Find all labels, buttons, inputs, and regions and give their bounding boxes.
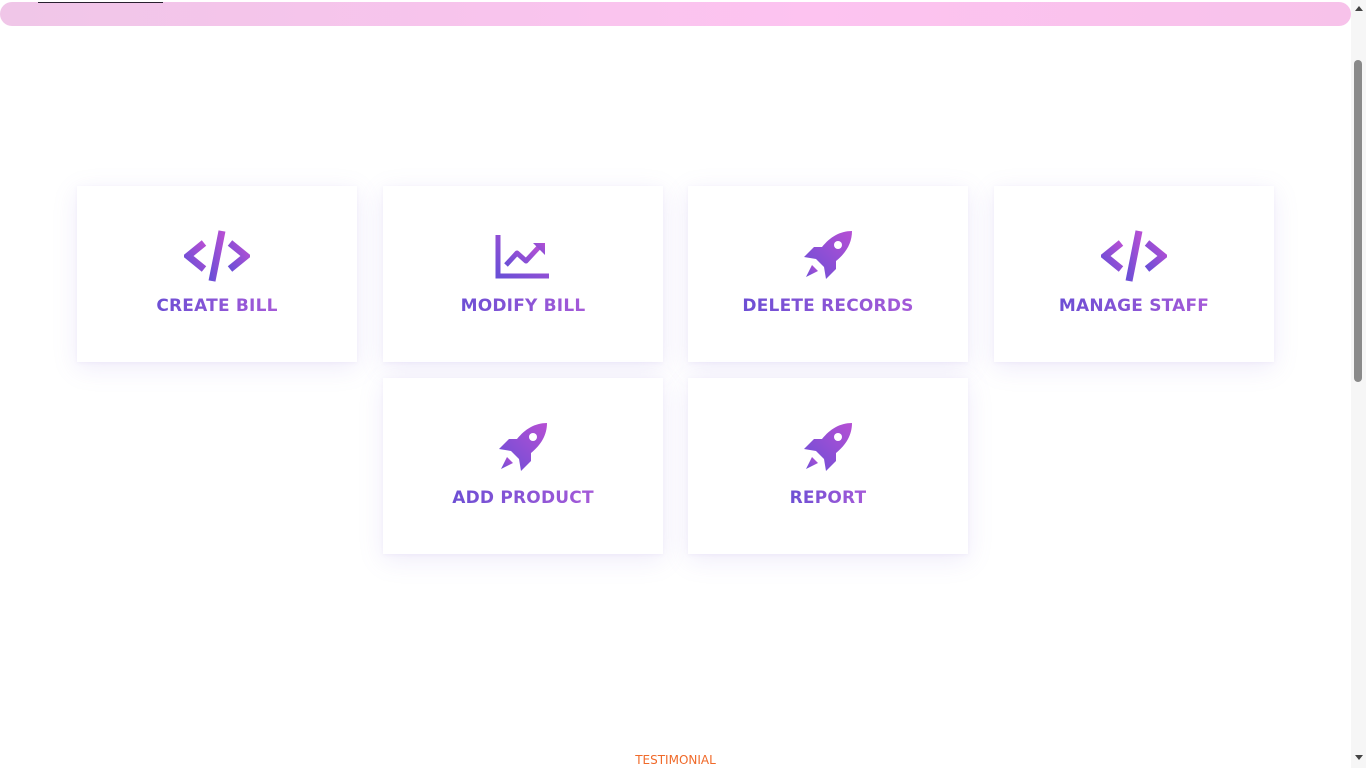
create-bill-card[interactable]: CREATE BILL	[77, 186, 357, 362]
card-label: REPORT	[789, 488, 867, 508]
scroll-down-arrow-icon[interactable]	[1355, 755, 1363, 760]
testimonial-heading: TESTIMONIAL	[635, 753, 716, 767]
card-label: DELETE RECORDS	[742, 296, 914, 316]
scroll-thumb[interactable]	[1354, 60, 1362, 382]
scroll-up-arrow-icon[interactable]	[1355, 6, 1363, 11]
rocket-icon	[795, 228, 861, 284]
delete-records-card[interactable]: DELETE RECORDS	[688, 186, 968, 362]
add-product-card[interactable]: ADD PRODUCT	[383, 378, 663, 554]
manage-staff-card[interactable]: MANAGE STAFF	[994, 186, 1274, 362]
card-label: MODIFY BILL	[460, 296, 586, 316]
code-icon	[1101, 228, 1167, 284]
vertical-scrollbar[interactable]	[1351, 0, 1366, 768]
top-banner	[0, 2, 1351, 26]
report-card[interactable]: REPORT	[688, 378, 968, 554]
top-underline	[38, 2, 163, 3]
modify-bill-card[interactable]: MODIFY BILL	[383, 186, 663, 362]
card-label: MANAGE STAFF	[1058, 296, 1210, 316]
card-label: CREATE BILL	[156, 296, 278, 316]
rocket-icon	[795, 420, 861, 476]
chart-line-icon	[490, 228, 556, 284]
card-label: ADD PRODUCT	[452, 488, 594, 508]
code-icon	[184, 228, 250, 284]
rocket-icon	[490, 420, 556, 476]
